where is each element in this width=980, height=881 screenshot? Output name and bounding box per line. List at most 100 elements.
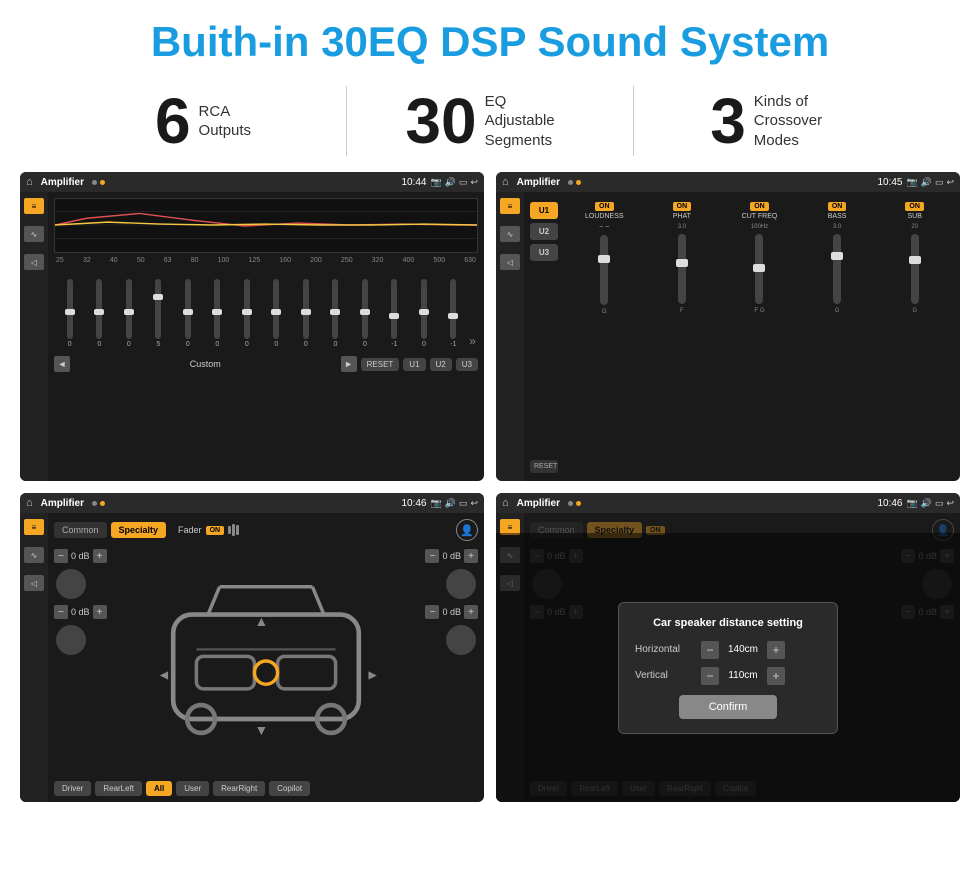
plus-fr[interactable]: + — [464, 549, 478, 563]
horizontal-minus-button[interactable]: − — [701, 641, 719, 659]
wave-icon-cross[interactable]: ∿ — [24, 547, 44, 563]
confirm-button[interactable]: Confirm — [679, 695, 778, 719]
sub-slider[interactable] — [911, 234, 919, 304]
all-btn[interactable]: All — [146, 781, 172, 796]
vertical-minus-button[interactable]: − — [701, 667, 719, 685]
wave-icon[interactable]: ∿ — [24, 226, 44, 242]
minus-fr[interactable]: − — [425, 549, 439, 563]
user-icon[interactable]: 👤 — [456, 519, 478, 541]
preset-u1[interactable]: U1 — [530, 202, 558, 219]
stat-label-eq: EQ AdjustableSegments — [485, 92, 575, 151]
slider-track-1[interactable] — [96, 279, 102, 339]
eq-icon-amp[interactable]: ≡ — [500, 198, 520, 214]
amp-layout: U1 U2 U3 RESET ON LOUDNESS ~~ — [524, 192, 960, 481]
eq-next-button[interactable]: ► — [341, 356, 357, 372]
u3-button[interactable]: U3 — [456, 358, 478, 371]
window-icon-cross: ▭ — [459, 498, 468, 509]
minus-rr[interactable]: − — [425, 605, 439, 619]
slider-track-0[interactable] — [67, 279, 73, 339]
slider-track-5[interactable] — [214, 279, 220, 339]
expand-arrows[interactable]: » — [469, 334, 476, 348]
slider-track-11[interactable] — [391, 279, 397, 339]
home-icon-dist[interactable]: ⌂ — [502, 497, 509, 509]
plus-rr[interactable]: + — [464, 605, 478, 619]
back-icon[interactable]: ↩ — [470, 177, 478, 188]
rearright-btn[interactable]: RearRight — [213, 781, 265, 796]
wave-icon-amp[interactable]: ∿ — [500, 226, 520, 242]
home-icon[interactable]: ⌂ — [26, 176, 33, 188]
speaker-icon-cross[interactable]: ◁ — [24, 575, 44, 591]
cross-bottom-buttons: Driver RearLeft All User RearRight Copil… — [54, 781, 478, 796]
eq-prev-button[interactable]: ◄ — [54, 356, 70, 372]
u1-button[interactable]: U1 — [403, 358, 425, 371]
freq-320: 320 — [372, 257, 384, 264]
app-name-cross: Amplifier — [41, 498, 84, 509]
slider-track-6[interactable] — [244, 279, 250, 339]
stat-number-rca: 6 — [155, 89, 191, 153]
home-icon-cross[interactable]: ⌂ — [26, 497, 33, 509]
reset-button[interactable]: RESET — [361, 358, 400, 371]
preset-u2[interactable]: U2 — [530, 223, 558, 240]
svg-text:▼: ▼ — [254, 722, 268, 738]
back-icon-amp[interactable]: ↩ — [946, 177, 954, 188]
minus-rl[interactable]: − — [54, 605, 68, 619]
cross-tabs: Common Specialty Fader ON 👤 — [54, 519, 478, 541]
slider-track-9[interactable] — [332, 279, 338, 339]
cutfreq-slider[interactable] — [755, 234, 763, 304]
camera-icon-dist: 📷 — [907, 498, 918, 509]
on-badge-loudness: ON — [595, 202, 614, 211]
freq-500: 500 — [433, 257, 445, 264]
slider-track-10[interactable] — [362, 279, 368, 339]
db-val-fl: 0 dB — [71, 551, 90, 561]
eq-icon[interactable]: ≡ — [24, 198, 44, 214]
driver-btn[interactable]: Driver — [54, 781, 91, 796]
rearleft-btn[interactable]: RearLeft — [95, 781, 142, 796]
freq-63: 63 — [164, 257, 172, 264]
slider-track-2[interactable] — [126, 279, 132, 339]
slider-track-4[interactable] — [185, 279, 191, 339]
screen-content-dist: ≡ ∿ ◁ Common Specialty ON 👤 −0 dB+ −0 dB… — [496, 513, 960, 802]
slider-track-12[interactable] — [421, 279, 427, 339]
copilot-btn[interactable]: Copilot — [269, 781, 310, 796]
amp-reset-button[interactable]: RESET — [530, 460, 558, 473]
horizontal-plus-button[interactable]: + — [767, 641, 785, 659]
minus-fl[interactable]: − — [54, 549, 68, 563]
stats-row: 6 RCAOutputs 30 EQ AdjustableSegments 3 … — [0, 76, 980, 172]
slider-track-7[interactable] — [273, 279, 279, 339]
status-dots-cross — [92, 501, 105, 506]
vertical-control: − 110cm + — [701, 667, 785, 685]
back-icon-dist[interactable]: ↩ — [946, 498, 954, 509]
plus-rl[interactable]: + — [93, 605, 107, 619]
status-icons: 📷 🔊 ▭ ↩ — [431, 177, 479, 188]
phat-slider[interactable] — [678, 234, 686, 304]
screen-content-amp: ≡ ∿ ◁ U1 U2 U3 RESET ON LOUD — [496, 192, 960, 481]
slider-track-8[interactable] — [303, 279, 309, 339]
car-diagram: ▲ ▼ ◄ ► — [150, 549, 382, 773]
plus-fl[interactable]: + — [93, 549, 107, 563]
vertical-plus-button[interactable]: + — [767, 667, 785, 685]
channel-phat: ON PHAT 3.0 F — [645, 202, 720, 473]
stat-label-rca: RCAOutputs — [199, 102, 252, 141]
tab-specialty[interactable]: Specialty — [111, 522, 167, 538]
speaker-icon[interactable]: ◁ — [24, 254, 44, 270]
tab-common[interactable]: Common — [54, 522, 107, 538]
eq-icon-cross[interactable]: ≡ — [24, 519, 44, 535]
window-icon-dist: ▭ — [935, 498, 944, 509]
page-title: Buith-in 30EQ DSP Sound System — [0, 0, 980, 76]
eq-main-area: 25 32 40 50 63 80 100 125 160 200 250 32… — [48, 192, 484, 481]
ch-name-loudness: LOUDNESS — [585, 213, 624, 220]
vertical-label: Vertical — [635, 670, 695, 681]
preset-u3[interactable]: U3 — [530, 244, 558, 261]
speaker-icon-amp[interactable]: ◁ — [500, 254, 520, 270]
slider-track-13[interactable] — [450, 279, 456, 339]
user-btn[interactable]: User — [176, 781, 209, 796]
status-icons-cross: 📷 🔊 ▭ ↩ — [431, 498, 479, 509]
home-icon-amp[interactable]: ⌂ — [502, 176, 509, 188]
camera-icon-cross: 📷 — [431, 498, 442, 509]
back-icon-cross[interactable]: ↩ — [470, 498, 478, 509]
bass-slider[interactable] — [833, 234, 841, 304]
u2-button[interactable]: U2 — [430, 358, 452, 371]
loudness-slider[interactable] — [600, 235, 608, 305]
slider-track-3[interactable] — [155, 279, 161, 339]
dialog-row-horizontal: Horizontal − 140cm + — [635, 641, 821, 659]
